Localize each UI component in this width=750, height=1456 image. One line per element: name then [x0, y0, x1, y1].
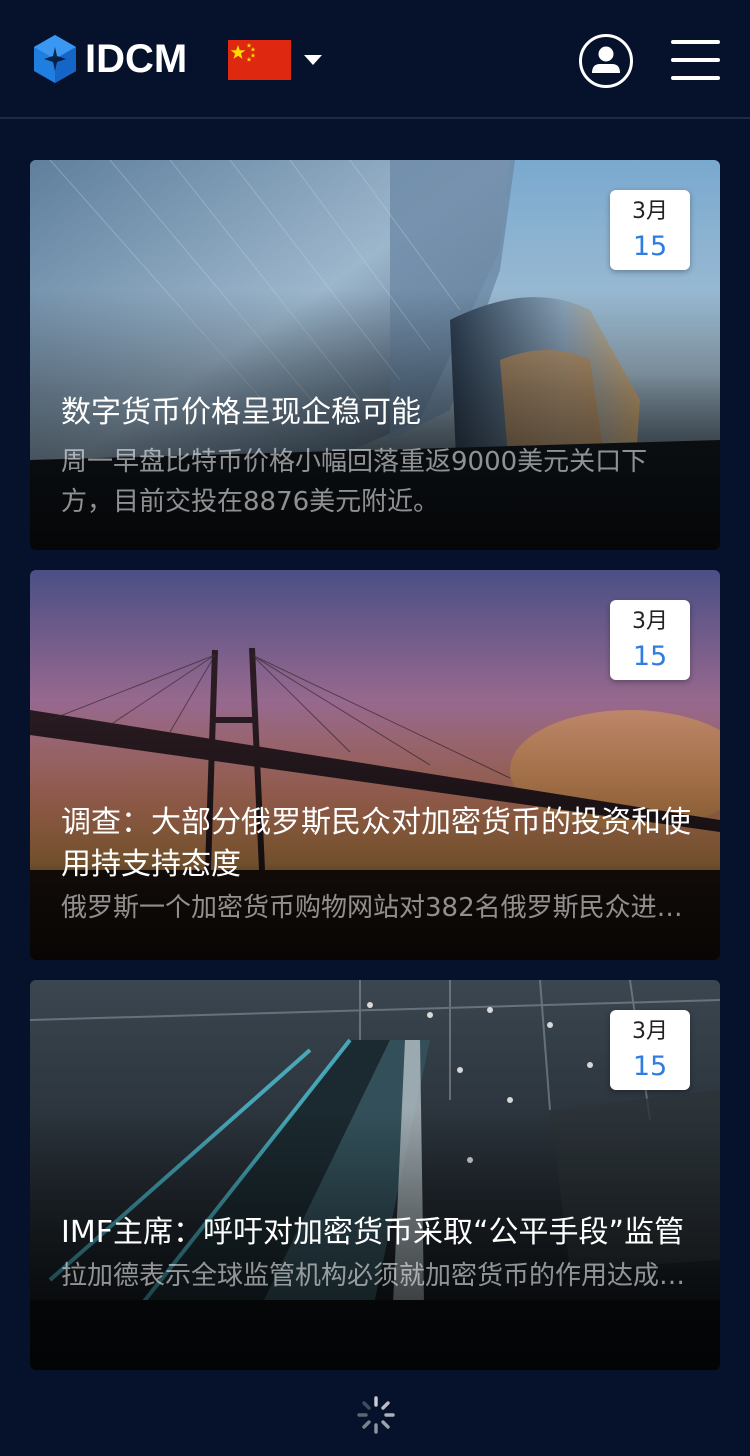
- article-text: IMF主席：呼吁对加密货币采取“公平手段”监管 拉加德表示全球监管机构必须就加密…: [61, 1212, 692, 1296]
- article-card[interactable]: 3月 15 调查：大部分俄罗斯民众对加密货币的投资和使用持支持态度 俄罗斯一个加…: [30, 570, 720, 960]
- date-badge: 3月 15: [610, 190, 690, 270]
- date-day: 15: [632, 1051, 668, 1082]
- china-flag-icon[interactable]: [228, 40, 291, 80]
- article-card[interactable]: 3月 15 IMF主席：呼吁对加密货币采取“公平手段”监管 拉加德表示全球监管机…: [30, 980, 720, 1370]
- menu-icon-bar: [671, 58, 720, 62]
- date-day: 15: [632, 231, 668, 262]
- menu-icon-bar: [671, 76, 720, 80]
- article-summary: 周一早盘比特币价格小幅回落重返9000美元关口下方，目前交投在8876美元附近。: [61, 447, 648, 517]
- article-title: IMF主席：呼吁对加密货币采取“公平手段”监管: [61, 1215, 685, 1250]
- date-day: 15: [632, 641, 668, 672]
- date-month: 3月: [632, 199, 668, 224]
- article-summary: 俄罗斯一个加密货币购物网站对382名俄罗斯民众进行了调查: [61, 893, 692, 923]
- language-dropdown-caret-icon[interactable]: [304, 55, 322, 65]
- menu-button[interactable]: [671, 40, 720, 80]
- article-title: 调查：大部分俄罗斯民众对加密货币的投资和使用持支持态度: [61, 805, 691, 882]
- date-badge: 3月 15: [610, 600, 690, 680]
- article-card[interactable]: 3月 15 数字货币价格呈现企稳可能 周一早盘比特币价格小幅回落重返9000美元…: [30, 160, 720, 550]
- article-summary: 拉加德表示全球监管机构必须就加密货币的作用达成共识: [61, 1261, 692, 1291]
- date-month: 3月: [632, 609, 668, 634]
- idcm-cube-icon: [34, 35, 76, 83]
- user-icon: [592, 46, 620, 73]
- date-badge: 3月 15: [610, 1010, 690, 1090]
- brand-name: IDCM: [85, 37, 188, 81]
- menu-icon-bar: [671, 40, 720, 44]
- user-account-button[interactable]: [579, 34, 633, 88]
- article-text: 数字货币价格呈现企稳可能 周一早盘比特币价格小幅回落重返9000美元关口下方，目…: [61, 392, 692, 522]
- brand-logo[interactable]: IDCM: [33, 34, 187, 84]
- loading-spinner-icon: [356, 1395, 396, 1435]
- article-text: 调查：大部分俄罗斯民众对加密货币的投资和使用持支持态度 俄罗斯一个加密货币购物网…: [61, 802, 692, 928]
- date-month: 3月: [632, 1019, 668, 1044]
- article-title: 数字货币价格呈现企稳可能: [61, 395, 421, 430]
- app-header: IDCM: [0, 0, 750, 119]
